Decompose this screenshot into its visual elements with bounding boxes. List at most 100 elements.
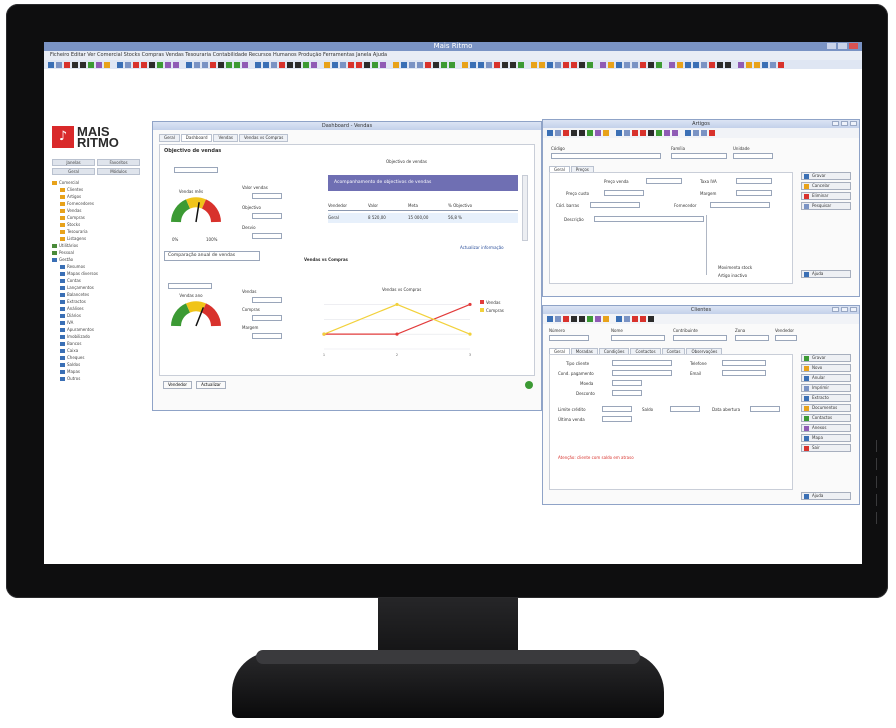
toolbar-icon[interactable] — [579, 61, 585, 68]
year-select[interactable] — [168, 283, 212, 289]
tree-item[interactable]: Cheques — [52, 354, 140, 361]
toolbar-icon[interactable] — [510, 61, 516, 68]
close-icon[interactable] — [850, 121, 857, 126]
tree-item[interactable]: Mapas diversos — [52, 270, 140, 277]
tab-vendas-compras[interactable]: Vendas vs Compras — [238, 134, 289, 142]
toolbar-icon[interactable] — [486, 61, 492, 68]
toolbar-icon[interactable] — [648, 130, 654, 136]
toolbar-icon[interactable] — [133, 61, 139, 68]
tree-item[interactable]: Extractos — [52, 298, 140, 305]
tree-item[interactable]: Stocks — [52, 221, 140, 228]
clientes-action-button[interactable]: Extracto — [801, 394, 851, 402]
toolbar-icon[interactable] — [311, 61, 317, 68]
sidebar-subtab-geral[interactable]: Geral — [52, 168, 95, 175]
toolbar-icon[interactable] — [648, 316, 654, 322]
maximize-icon[interactable] — [838, 43, 847, 49]
tree-item[interactable]: Lançamentos — [52, 284, 140, 291]
clientes-data-field[interactable] — [750, 406, 780, 412]
toolbar-icon[interactable] — [579, 316, 585, 322]
toolbar-icon[interactable] — [425, 61, 431, 68]
toolbar-icon[interactable] — [664, 62, 667, 68]
toolbar-icon[interactable] — [685, 61, 691, 68]
tree-item[interactable]: Artigos — [52, 193, 140, 200]
toolbar-icon[interactable] — [555, 130, 561, 136]
clientes-action-button[interactable]: Sair — [801, 444, 851, 452]
toolbar-icon[interactable] — [64, 61, 70, 68]
toolbar-icon[interactable] — [669, 61, 675, 68]
tab-geral[interactable]: Geral — [159, 134, 180, 142]
sidebar-subtab-modulos[interactable]: Módulos — [97, 168, 140, 175]
toolbar-icon[interactable] — [295, 61, 301, 68]
toolbar-icon[interactable] — [539, 61, 545, 68]
tree-item[interactable]: Utilitários — [52, 242, 140, 249]
toolbar-icon[interactable] — [571, 130, 577, 136]
clientes-condpag-field[interactable] — [612, 370, 672, 376]
clientes-ajuda-button[interactable]: Ajuda — [801, 492, 851, 500]
toolbar-icon[interactable] — [693, 61, 699, 68]
toolbar-icon[interactable] — [611, 316, 614, 322]
toolbar-icon[interactable] — [656, 61, 662, 68]
toolbar-icon[interactable] — [547, 61, 553, 68]
tree-item[interactable]: Gestão — [52, 256, 140, 263]
toolbar-icon[interactable] — [616, 316, 622, 322]
toolbar-icon[interactable] — [677, 61, 683, 68]
tree-item[interactable]: Resumos — [52, 263, 140, 270]
clientes-action-button[interactable]: Contactos — [801, 414, 851, 422]
toolbar-icon[interactable] — [603, 316, 609, 322]
minimize-icon[interactable] — [827, 43, 836, 49]
toolbar-icon[interactable] — [462, 61, 468, 68]
toolbar-icon[interactable] — [709, 130, 715, 136]
toolbar-icon[interactable] — [56, 61, 62, 68]
toolbar-icon[interactable] — [218, 61, 224, 68]
toolbar-icon[interactable] — [587, 316, 593, 322]
toolbar-icon[interactable] — [104, 61, 110, 68]
toolbar-icon[interactable] — [250, 62, 253, 68]
toolbar-icon[interactable] — [624, 316, 630, 322]
clientes-nome-field[interactable] — [611, 335, 665, 341]
toolbar-icon[interactable] — [263, 61, 269, 68]
close-icon[interactable] — [849, 43, 858, 49]
toolbar-icon[interactable] — [319, 62, 322, 68]
clientes-contribuinte-field[interactable] — [673, 335, 727, 341]
toolbar-icon[interactable] — [457, 62, 460, 68]
toolbar-icon[interactable] — [279, 61, 285, 68]
toolbar-icon[interactable] — [255, 61, 261, 68]
tree-item[interactable]: Diários — [52, 312, 140, 319]
toolbar-icon[interactable] — [616, 61, 622, 68]
artigos-familia-field[interactable] — [671, 153, 727, 159]
toolbar-icon[interactable] — [165, 61, 171, 68]
toolbar-icon[interactable] — [364, 61, 370, 68]
toolbar-icon[interactable] — [555, 316, 561, 322]
toolbar-icon[interactable] — [595, 130, 601, 136]
artigos-gravar-button[interactable]: Gravar — [801, 172, 851, 180]
artigos-unidade-field[interactable] — [733, 153, 773, 159]
toolbar-icon[interactable] — [672, 130, 678, 136]
toolbar-icon[interactable] — [433, 61, 439, 68]
toolbar-icon[interactable] — [563, 130, 569, 136]
toolbar-icon[interactable] — [770, 61, 776, 68]
toolbar-icon[interactable] — [754, 61, 760, 68]
artigos-codigo-field[interactable] — [551, 153, 661, 159]
toolbar-icon[interactable] — [611, 130, 614, 136]
close-icon[interactable] — [850, 307, 857, 312]
toolbar-icon[interactable] — [587, 61, 593, 68]
clientes-action-button[interactable]: Imprimir — [801, 384, 851, 392]
toolbar-icon[interactable] — [693, 130, 699, 136]
artigos-pesquisar-button[interactable]: Pesquisar — [801, 202, 851, 210]
toolbar-icon[interactable] — [348, 61, 354, 68]
toolbar-icon[interactable] — [640, 130, 646, 136]
tree-item[interactable]: Clientes — [52, 186, 140, 193]
tree-item[interactable]: Pessoal — [52, 249, 140, 256]
clientes-limite-field[interactable] — [602, 406, 632, 412]
toolbar-icon[interactable] — [725, 61, 731, 68]
tab-vendas[interactable]: Vendas — [213, 134, 238, 142]
toolbar-icon[interactable] — [608, 61, 614, 68]
toolbar-icon[interactable] — [393, 61, 399, 68]
toolbar-icon[interactable] — [186, 61, 192, 68]
clientes-tipo-field[interactable] — [612, 360, 672, 366]
toolbar-icon[interactable] — [324, 61, 330, 68]
toolbar-icon[interactable] — [531, 61, 537, 68]
sidebar-tab-favoritos[interactable]: Favoritos — [97, 159, 140, 166]
tree-item[interactable]: Saldos — [52, 361, 140, 368]
toolbar-icon[interactable] — [303, 61, 309, 68]
